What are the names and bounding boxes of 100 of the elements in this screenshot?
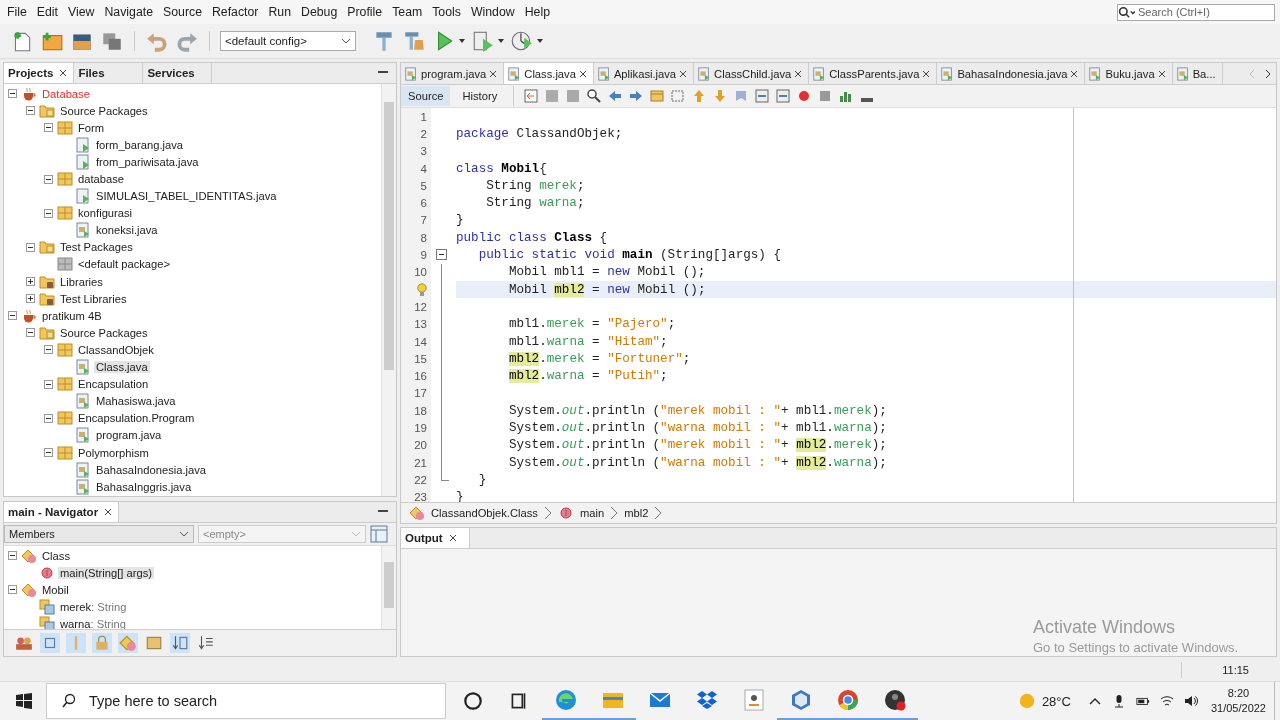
breadcrumb-item[interactable]: main [557, 505, 619, 521]
editor-tab[interactable]: Buku.java [1085, 63, 1173, 84]
close-icon[interactable] [1157, 69, 1166, 78]
menu-item[interactable]: View [63, 5, 100, 19]
close-icon[interactable] [578, 69, 587, 78]
expand-toggle[interactable] [26, 277, 35, 287]
collapse-toggle[interactable] [44, 379, 53, 389]
sort-icon[interactable] [196, 633, 216, 653]
collapse-toggle[interactable] [436, 249, 447, 261]
tree-item[interactable]: Source Packages [58, 326, 150, 339]
windows-logo-icon[interactable] [16, 693, 32, 709]
close-icon[interactable] [489, 69, 498, 78]
tree-item[interactable]: Form [76, 121, 107, 134]
breadcrumb-item[interactable]: ClassandObjek.Class [409, 505, 552, 521]
collapse-toggle[interactable] [44, 208, 53, 218]
config-dropdown[interactable]: <default config> [220, 31, 356, 51]
circle-icon[interactable] [462, 690, 484, 712]
close-icon[interactable] [794, 69, 803, 78]
collapse-toggle[interactable] [44, 174, 53, 184]
indent-right-icon[interactable] [775, 88, 792, 104]
editor-tab[interactable]: ClassChild.java [694, 63, 810, 84]
back-icon[interactable] [523, 88, 540, 104]
window-icon[interactable] [649, 88, 666, 104]
collapse-toggle[interactable] [44, 448, 53, 457]
tree-item[interactable]: Database [40, 87, 92, 100]
tree-item[interactable]: Encapsulation [76, 378, 151, 391]
collapse-toggle[interactable] [44, 123, 53, 133]
tree-item[interactable]: Class [40, 549, 72, 562]
close-icon[interactable] [104, 508, 113, 516]
window-layout-icon[interactable] [370, 525, 388, 543]
menu-item[interactable]: Profile [342, 5, 388, 19]
minimize-icon[interactable] [378, 71, 388, 75]
menu-item[interactable]: Run [263, 5, 297, 19]
tree-item[interactable]: form_barang.java [94, 138, 186, 151]
breadcrumb-item[interactable]: mbl2 [624, 506, 663, 520]
arrow-left-icon[interactable] [607, 88, 624, 104]
close-icon[interactable] [922, 69, 931, 78]
expand-toggle[interactable] [26, 294, 35, 304]
tree-item[interactable]: BahasaIndonesia.java [94, 463, 209, 476]
tree-item[interactable]: Polymorphism [76, 446, 151, 459]
collapse-toggle[interactable] [26, 242, 35, 252]
tree-item[interactable]: Mahasiswa.java [94, 395, 178, 408]
tree-item[interactable]: Source Packages [58, 104, 150, 117]
panel-tab[interactable]: main - Navigator [4, 502, 120, 522]
scrollbar[interactable] [381, 546, 396, 629]
editor-tab[interactable]: BahasaIndonesia.java [937, 63, 1086, 84]
menu-item[interactable]: Refactor [207, 5, 264, 19]
speaker-icon[interactable] [1183, 694, 1198, 708]
tree-item[interactable]: Libraries [58, 275, 105, 288]
gauge-icon[interactable] [510, 29, 534, 53]
tree-item[interactable]: ClassandObjek [76, 343, 156, 356]
collapse-toggle[interactable] [26, 328, 35, 338]
menu-item[interactable]: File [2, 5, 32, 19]
menu-item[interactable]: Debug [296, 5, 343, 19]
collapse-toggle[interactable] [8, 585, 17, 595]
close-icon[interactable] [679, 69, 688, 78]
caret-icon[interactable] [537, 39, 543, 43]
tree-item[interactable]: SIMULASI_TABEL_IDENTITAS.java [94, 190, 279, 203]
panel-tab[interactable]: Files [74, 63, 144, 83]
panel-tab[interactable]: Projects [4, 63, 75, 83]
clock[interactable]: 8:20 31/05/2022 [1210, 686, 1266, 716]
panel-tab[interactable]: Services [143, 63, 213, 83]
tree-item[interactable]: Test Libraries [58, 292, 129, 305]
tree-item[interactable]: from_pariwisata.java [94, 155, 201, 168]
view-tab[interactable]: History [455, 86, 505, 106]
tree-item[interactable]: merek: String [58, 600, 129, 613]
editor-tab[interactable]: Class.java [504, 63, 594, 84]
tree-item[interactable]: Encapsulation.Program [76, 412, 197, 425]
tree-item[interactable]: database [76, 173, 127, 185]
editor-tab[interactable]: program.java [401, 63, 505, 84]
menu-item[interactable]: Help [519, 5, 555, 19]
weather-temperature[interactable]: 28°C [1041, 693, 1071, 709]
tree-item[interactable]: BahasaInggris.java [94, 480, 194, 493]
magnifier-icon[interactable] [586, 88, 603, 104]
collapse-toggle[interactable] [8, 89, 17, 99]
tree-item[interactable]: pratikum 4B [40, 309, 104, 322]
editor-tab[interactable]: ClassParents.java [809, 63, 938, 84]
tree-item[interactable]: Class.java [94, 361, 150, 374]
view-tab[interactable]: Source [401, 86, 451, 106]
collapse-toggle[interactable] [8, 311, 17, 321]
tree-item[interactable]: main(String[] args) [58, 566, 154, 579]
tree-item[interactable]: koneksi.java [94, 224, 160, 237]
menu-item[interactable]: Team [387, 5, 428, 19]
caret-icon[interactable] [498, 39, 504, 43]
editor-tab[interactable]: Ba... [1172, 63, 1223, 84]
caret-icon[interactable] [459, 39, 465, 43]
collapse-toggle[interactable] [44, 345, 53, 355]
square-icon[interactable] [40, 633, 60, 653]
tree-item[interactable]: konfigurasi [76, 207, 135, 220]
hammer-broom-icon[interactable] [402, 29, 426, 53]
members-dropdown[interactable]: Members [4, 525, 194, 543]
editor-tab[interactable]: Aplikasi.java [593, 63, 695, 84]
close-icon[interactable] [448, 534, 457, 542]
minimize-icon[interactable] [378, 510, 388, 514]
menu-item[interactable]: Source [158, 5, 207, 19]
sort-icon[interactable] [170, 633, 190, 653]
tree-item[interactable]: program.java [94, 429, 164, 442]
scrollbar[interactable] [381, 84, 396, 496]
menu-item[interactable]: Edit [31, 5, 64, 19]
menu-item[interactable]: Window [465, 5, 520, 19]
